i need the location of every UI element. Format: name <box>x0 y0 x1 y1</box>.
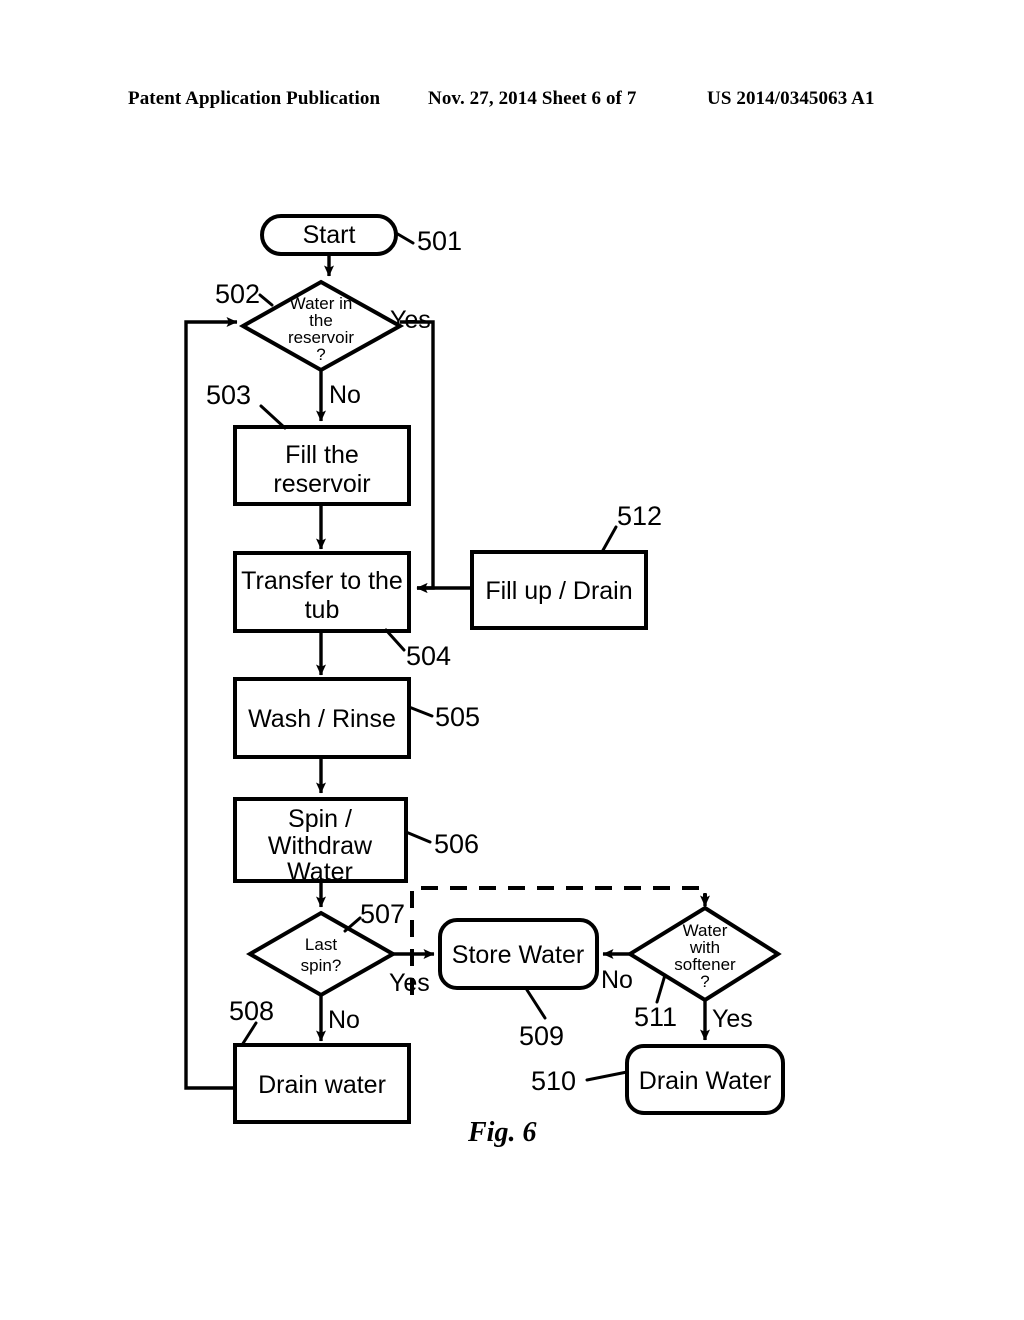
leader-512 <box>600 525 618 554</box>
ref-number-510: 510 <box>531 1066 576 1096</box>
node-fill-up-drain-label: Fill up / Drain <box>485 577 632 605</box>
ref-number-503: 503 <box>206 380 251 410</box>
node-fill-line1: Fill the <box>285 441 359 469</box>
node-d511-line4: ? <box>700 972 709 991</box>
branch-label-d507-yes: Yes <box>389 969 430 997</box>
ref-number-505: 505 <box>435 702 480 732</box>
patent-page: Patent Application Publication Nov. 27, … <box>0 0 1024 1320</box>
node-spin-line2: Withdraw <box>268 832 373 860</box>
branch-label-d511-yes: Yes <box>712 1005 753 1033</box>
leader-502 <box>258 293 274 307</box>
node-d502-line4: ? <box>316 345 325 364</box>
branch-label-d507-no: No <box>328 1006 360 1034</box>
ref-number-504: 504 <box>406 641 451 671</box>
branch-label-d502-yes: Yes <box>390 306 431 334</box>
ref-number-506: 506 <box>434 829 479 859</box>
leader-511 <box>655 973 667 1004</box>
ref-number-508: 508 <box>229 996 274 1026</box>
connector-drain508-loop-to-d502 <box>184 317 238 1090</box>
ref-number-512: 512 <box>617 501 662 531</box>
branch-label-d502-no: No <box>329 381 361 409</box>
leader-501 <box>394 231 415 245</box>
node-spin-line1: Spin / <box>288 805 352 833</box>
leader-505 <box>407 705 434 718</box>
ref-number-511: 511 <box>634 1002 677 1032</box>
node-drain-water-508-label: Drain water <box>258 1071 386 1099</box>
node-wash-rinse-label: Wash / Rinse <box>248 705 396 733</box>
ref-number-501: 501 <box>417 226 462 256</box>
ref-number-507: 507 <box>360 899 405 929</box>
ref-number-509: 509 <box>519 1021 564 1051</box>
node-d507-line1: Last <box>305 935 337 954</box>
node-d507-line2: spin? <box>301 956 342 975</box>
ref-number-502: 502 <box>215 279 260 309</box>
leader-508 <box>240 1021 258 1047</box>
branch-label-d511-no: No <box>601 966 633 994</box>
leader-506 <box>404 830 432 844</box>
node-store-water-label: Store Water <box>452 941 584 969</box>
node-transfer-line1: Transfer to the <box>241 567 403 595</box>
leader-509 <box>525 988 547 1020</box>
node-fill-line2: reservoir <box>273 470 370 498</box>
figure-caption: Fig. 6 <box>468 1117 537 1148</box>
node-start-label: Start <box>303 221 356 249</box>
node-drain-water-510-label: Drain Water <box>639 1067 771 1095</box>
node-transfer-line2: tub <box>305 596 340 624</box>
node-spin-line3: Water <box>287 858 353 886</box>
leader-510 <box>585 1070 629 1082</box>
leader-503 <box>259 404 287 430</box>
